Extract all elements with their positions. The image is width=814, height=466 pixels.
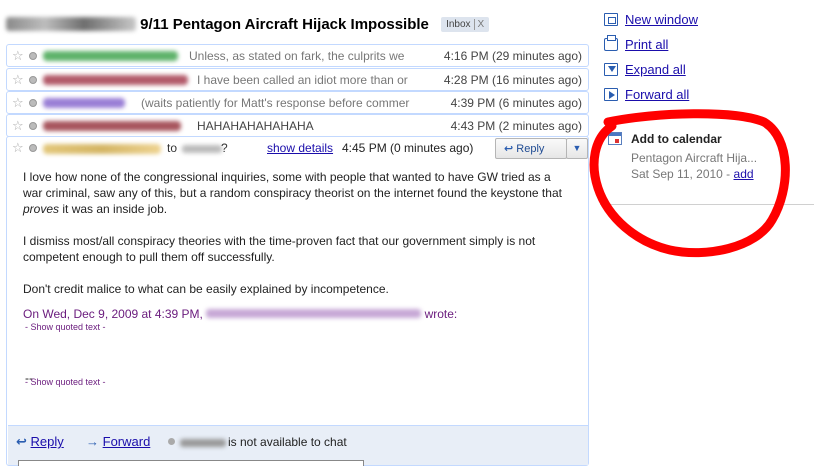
new-window-icon xyxy=(604,13,618,26)
to-label: to xyxy=(167,141,178,155)
reply-arrow-icon: ↩ xyxy=(16,434,27,449)
show-details-link[interactable]: show details xyxy=(267,141,333,155)
redacted-contact xyxy=(180,439,226,447)
message-footer: ↩ Reply → Forward is not available to ch… xyxy=(8,425,588,466)
quote-attribution: On Wed, Dec 9, 2009 at 4:39 PM, wrote: xyxy=(23,307,457,321)
redacted-sender xyxy=(43,75,188,85)
footer-reply-link[interactable]: ↩ Reply xyxy=(16,434,64,450)
message-header: ☆ to ? show details 4:45 PM (0 minutes a… xyxy=(7,137,588,161)
reply-arrow-icon: ↩ xyxy=(504,143,514,155)
message-snippet: HAHAHAHAHAHAHA xyxy=(197,119,314,133)
forward-icon xyxy=(604,88,618,101)
star-icon[interactable]: ☆ xyxy=(12,48,24,64)
body-paragraph: I dismiss most/all conspiracy theories w… xyxy=(23,234,536,264)
chat-status-text: is not available to chat xyxy=(228,435,347,449)
quick-reply-box[interactable] xyxy=(18,460,364,466)
message-snippet: I have been called an idiot more than or xyxy=(197,73,408,87)
redacted-subject-prefix xyxy=(6,17,136,31)
conversation-thread: ☆ Unless, as stated on fark, the culprit… xyxy=(6,44,589,466)
star-icon[interactable]: ☆ xyxy=(12,118,24,134)
chevron-down-icon: ▼ xyxy=(572,143,582,153)
collapsed-message[interactable]: ☆ I have been called an idiot more than … xyxy=(6,68,589,91)
footer-reply-label: Reply xyxy=(30,434,64,449)
star-icon[interactable]: ☆ xyxy=(12,140,24,156)
presence-icon xyxy=(29,76,37,84)
redacted-email xyxy=(206,309,422,318)
body-text: it was an inside job. xyxy=(59,202,168,216)
print-all-label: Print all xyxy=(625,37,669,52)
reply-button-label: Reply xyxy=(516,143,545,155)
printer-icon xyxy=(604,35,618,51)
redacted-sender xyxy=(43,51,178,61)
redacted-sender xyxy=(43,98,125,108)
redacted-sender xyxy=(43,121,181,131)
collapsed-message[interactable]: ☆ (waits patiently for Matt's response b… xyxy=(6,91,589,114)
reply-button[interactable]: ↩ Reply xyxy=(495,138,567,159)
expand-icon xyxy=(604,63,618,76)
message-time: 4:16 PM (29 minutes ago) xyxy=(443,49,582,63)
redacted-recipient xyxy=(182,145,222,153)
chat-status-icon xyxy=(168,438,175,445)
forward-arrow-icon: → xyxy=(86,434,99,449)
expanded-message: ☆ to ? show details 4:45 PM (0 minutes a… xyxy=(6,136,589,466)
quote-wrote: wrote: xyxy=(424,307,458,321)
presence-icon xyxy=(29,99,37,107)
inbox-label-text: Inbox xyxy=(446,19,471,30)
new-window-label: New window xyxy=(625,12,698,27)
message-time: 4:28 PM (16 minutes ago) xyxy=(443,73,582,87)
footer-forward-link[interactable]: → Forward xyxy=(86,434,150,449)
star-icon[interactable]: ☆ xyxy=(12,72,24,88)
collapsed-message[interactable]: ☆ Unless, as stated on fark, the culprit… xyxy=(6,44,589,67)
body-paragraph: I love how none of the congressional inq… xyxy=(23,169,568,217)
presence-icon xyxy=(29,144,37,152)
expand-all-label: Expand all xyxy=(625,62,686,77)
redacted-sender xyxy=(43,144,161,154)
collapsed-message[interactable]: ☆ HAHAHAHAHAHAHA 4:43 PM (2 minutes ago) xyxy=(6,114,589,137)
footer-forward-label: Forward xyxy=(102,434,151,449)
show-quoted-text-link[interactable]: - Show quoted text - xyxy=(25,377,106,387)
message-snippet: (waits patiently for Matt's response bef… xyxy=(141,96,410,110)
recipient-suffix: ? xyxy=(221,141,228,155)
subject-title: 9/11 Pentagon Aircraft Hijack Impossible xyxy=(140,16,429,33)
inbox-label[interactable]: Inbox X xyxy=(441,17,490,32)
remove-label-button[interactable]: X xyxy=(473,19,485,30)
body-text: I love how none of the congressional inq… xyxy=(23,170,562,200)
forward-all-label: Forward all xyxy=(625,87,690,102)
message-time: 4:45 PM (0 minutes ago) xyxy=(342,141,474,155)
quote-date: On Wed, Dec 9, 2009 at 4:39 PM, xyxy=(23,307,203,321)
body-paragraph: Don't credit malice to what can be easil… xyxy=(23,282,389,296)
presence-icon xyxy=(29,122,37,130)
message-body: I love how none of the congressional inq… xyxy=(23,169,568,313)
message-time: 4:43 PM (2 minutes ago) xyxy=(450,119,582,133)
message-snippet: Unless, as stated on fark, the culprits … xyxy=(189,49,405,63)
reply-options-dropdown[interactable]: ▼ xyxy=(566,138,588,159)
subject-line: 9/11 Pentagon Aircraft Hijack Impossible… xyxy=(6,16,490,33)
star-icon[interactable]: ☆ xyxy=(12,95,24,111)
red-circle-annotation xyxy=(589,109,790,258)
show-quoted-text-link[interactable]: - Show quoted text - xyxy=(25,322,106,332)
body-emphasis: proves xyxy=(23,202,60,216)
message-time: 4:39 PM (6 minutes ago) xyxy=(450,96,582,110)
presence-icon xyxy=(29,52,37,60)
